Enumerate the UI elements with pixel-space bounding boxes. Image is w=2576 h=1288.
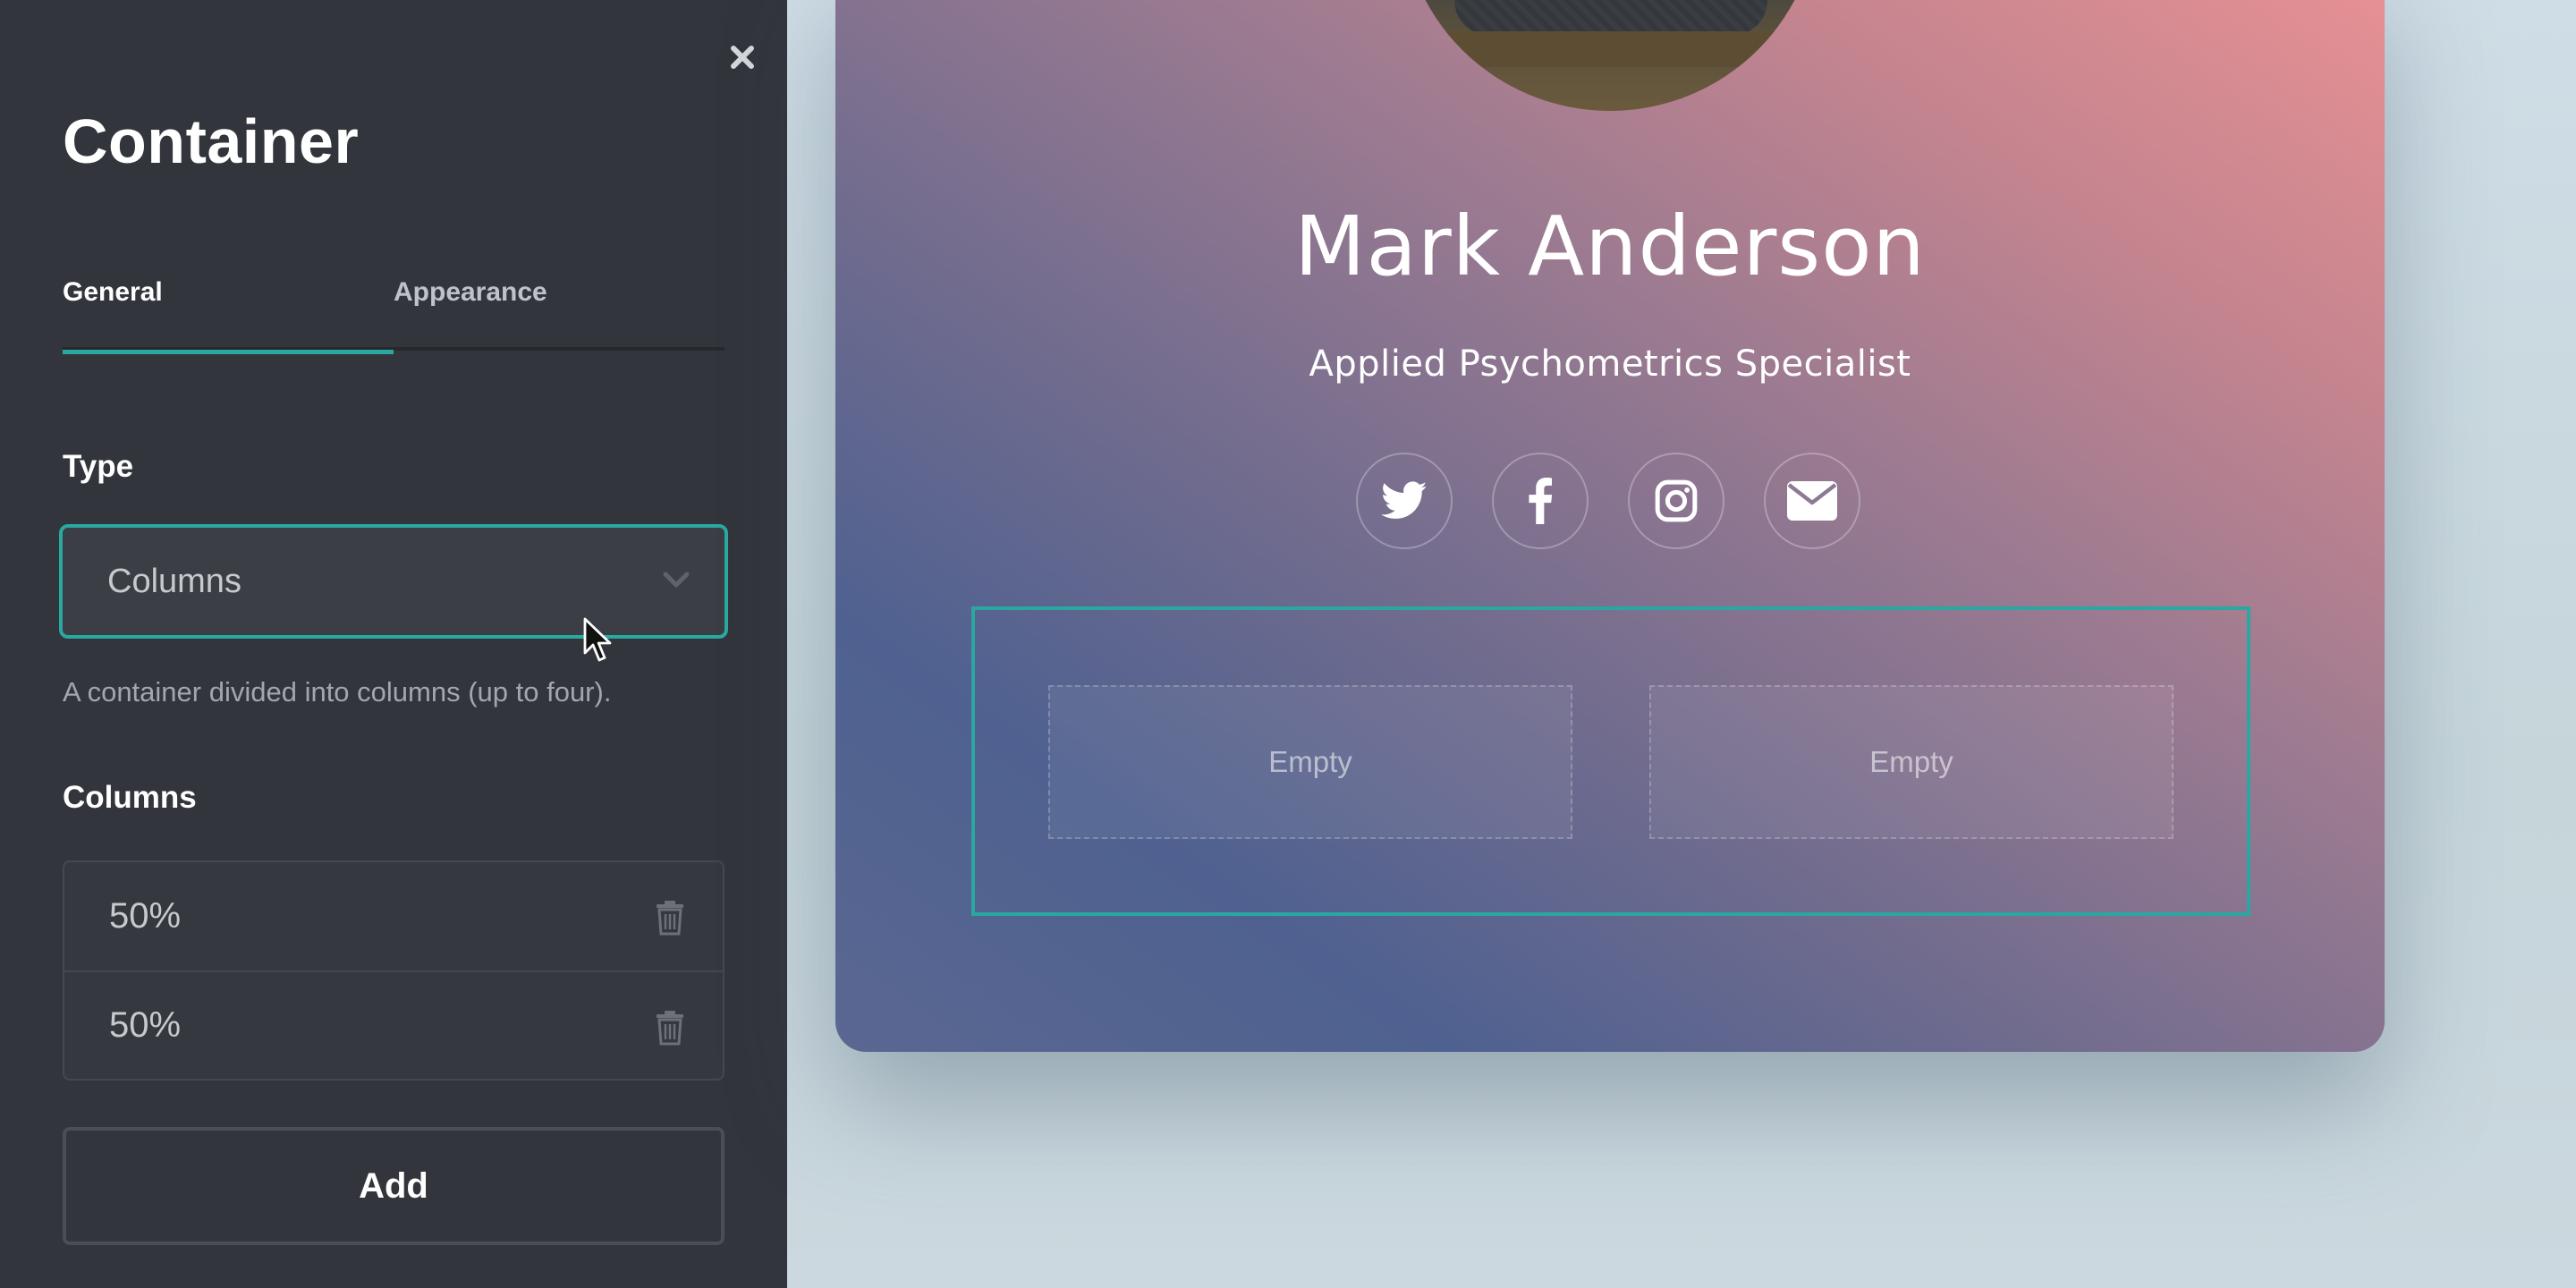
mouse-cursor-icon — [583, 617, 612, 662]
column-row[interactable]: 50% — [64, 862, 723, 970]
column-row[interactable]: 50% — [64, 970, 723, 1079]
twitter-link[interactable] — [1356, 453, 1453, 549]
columns-container-preview[interactable]: Empty Empty — [971, 606, 2250, 916]
columns-label: Columns — [63, 780, 197, 815]
profile-title: Applied Psychometrics Specialist — [1309, 343, 1911, 385]
profile-card: Mark Anderson Applied Psychometrics Spec… — [835, 0, 2385, 1052]
close-button[interactable] — [721, 36, 764, 79]
close-icon — [731, 46, 754, 69]
avatar — [1401, 0, 1819, 111]
column-width-value[interactable]: 50% — [109, 1005, 181, 1046]
tab-appearance[interactable]: Appearance — [394, 268, 724, 351]
twitter-icon — [1381, 481, 1428, 519]
chevron-down-icon — [663, 572, 690, 588]
add-column-button[interactable]: Add — [63, 1127, 724, 1245]
instagram-icon — [1655, 479, 1698, 522]
facebook-link[interactable] — [1492, 453, 1589, 549]
empty-column-placeholder[interactable]: Empty — [1649, 685, 2174, 839]
email-link[interactable] — [1764, 453, 1860, 549]
tab-bar: General Appearance — [63, 268, 724, 354]
columns-list: 50% 50% — [63, 860, 724, 1080]
facebook-icon — [1529, 478, 1552, 524]
instagram-link[interactable] — [1628, 453, 1724, 549]
tab-general[interactable]: General — [63, 268, 394, 354]
type-select-value: Columns — [107, 562, 242, 600]
social-links — [1356, 453, 1860, 549]
type-label: Type — [63, 449, 134, 484]
trash-icon[interactable] — [655, 900, 685, 936]
editor-panel: Container General Appearance Type Column… — [0, 0, 787, 1288]
email-icon — [1787, 481, 1837, 521]
trash-icon[interactable] — [655, 1010, 685, 1046]
column-width-value[interactable]: 50% — [109, 896, 181, 936]
profile-name: Mark Anderson — [1294, 199, 1926, 294]
panel-title: Container — [63, 106, 360, 176]
empty-column-placeholder[interactable]: Empty — [1048, 685, 1572, 839]
type-select[interactable]: Columns — [59, 524, 728, 639]
type-help-text: A container divided into columns (up to … — [63, 676, 612, 708]
